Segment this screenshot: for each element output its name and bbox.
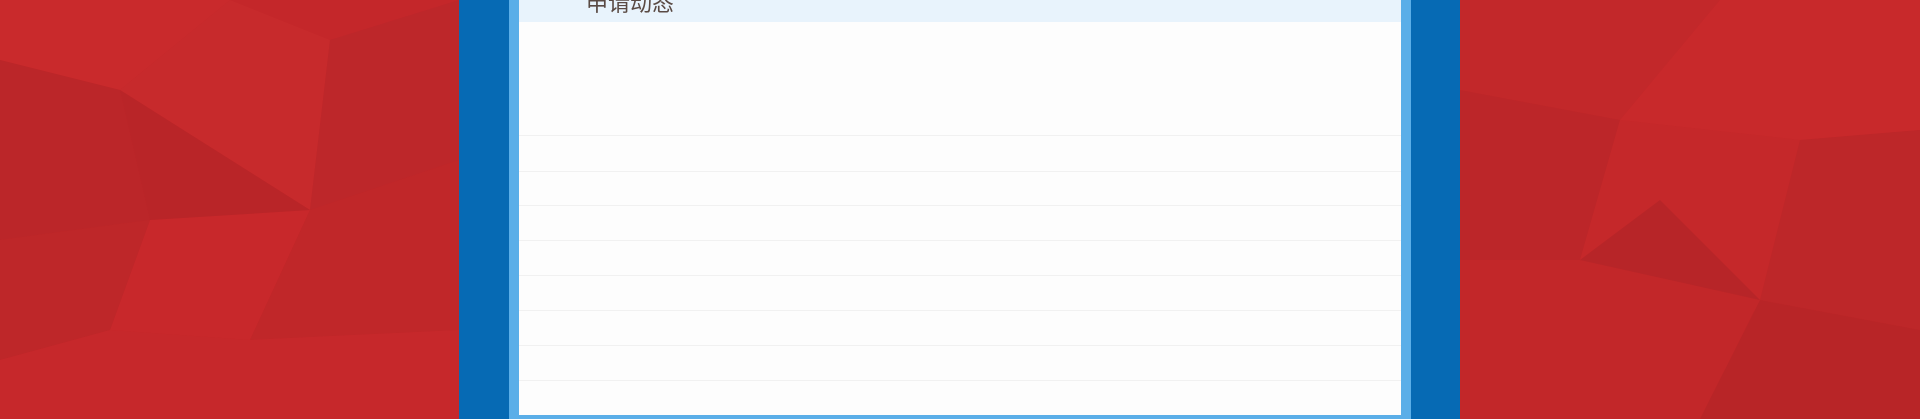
list-row-divider <box>519 171 1401 172</box>
list-row-divider <box>519 345 1401 346</box>
list-row-divider <box>519 240 1401 241</box>
list-row-divider <box>519 275 1401 276</box>
page-background: 申请动态 <box>0 0 1920 419</box>
application-updates-panel: 申请动态 <box>519 0 1401 415</box>
list-row-divider <box>519 135 1401 136</box>
panel-title: 申请动态 <box>586 0 675 17</box>
list-row-divider <box>519 310 1401 311</box>
list-row-divider <box>519 380 1401 381</box>
panel-header: 申请动态 <box>519 0 1401 22</box>
list-row-divider <box>519 205 1401 206</box>
